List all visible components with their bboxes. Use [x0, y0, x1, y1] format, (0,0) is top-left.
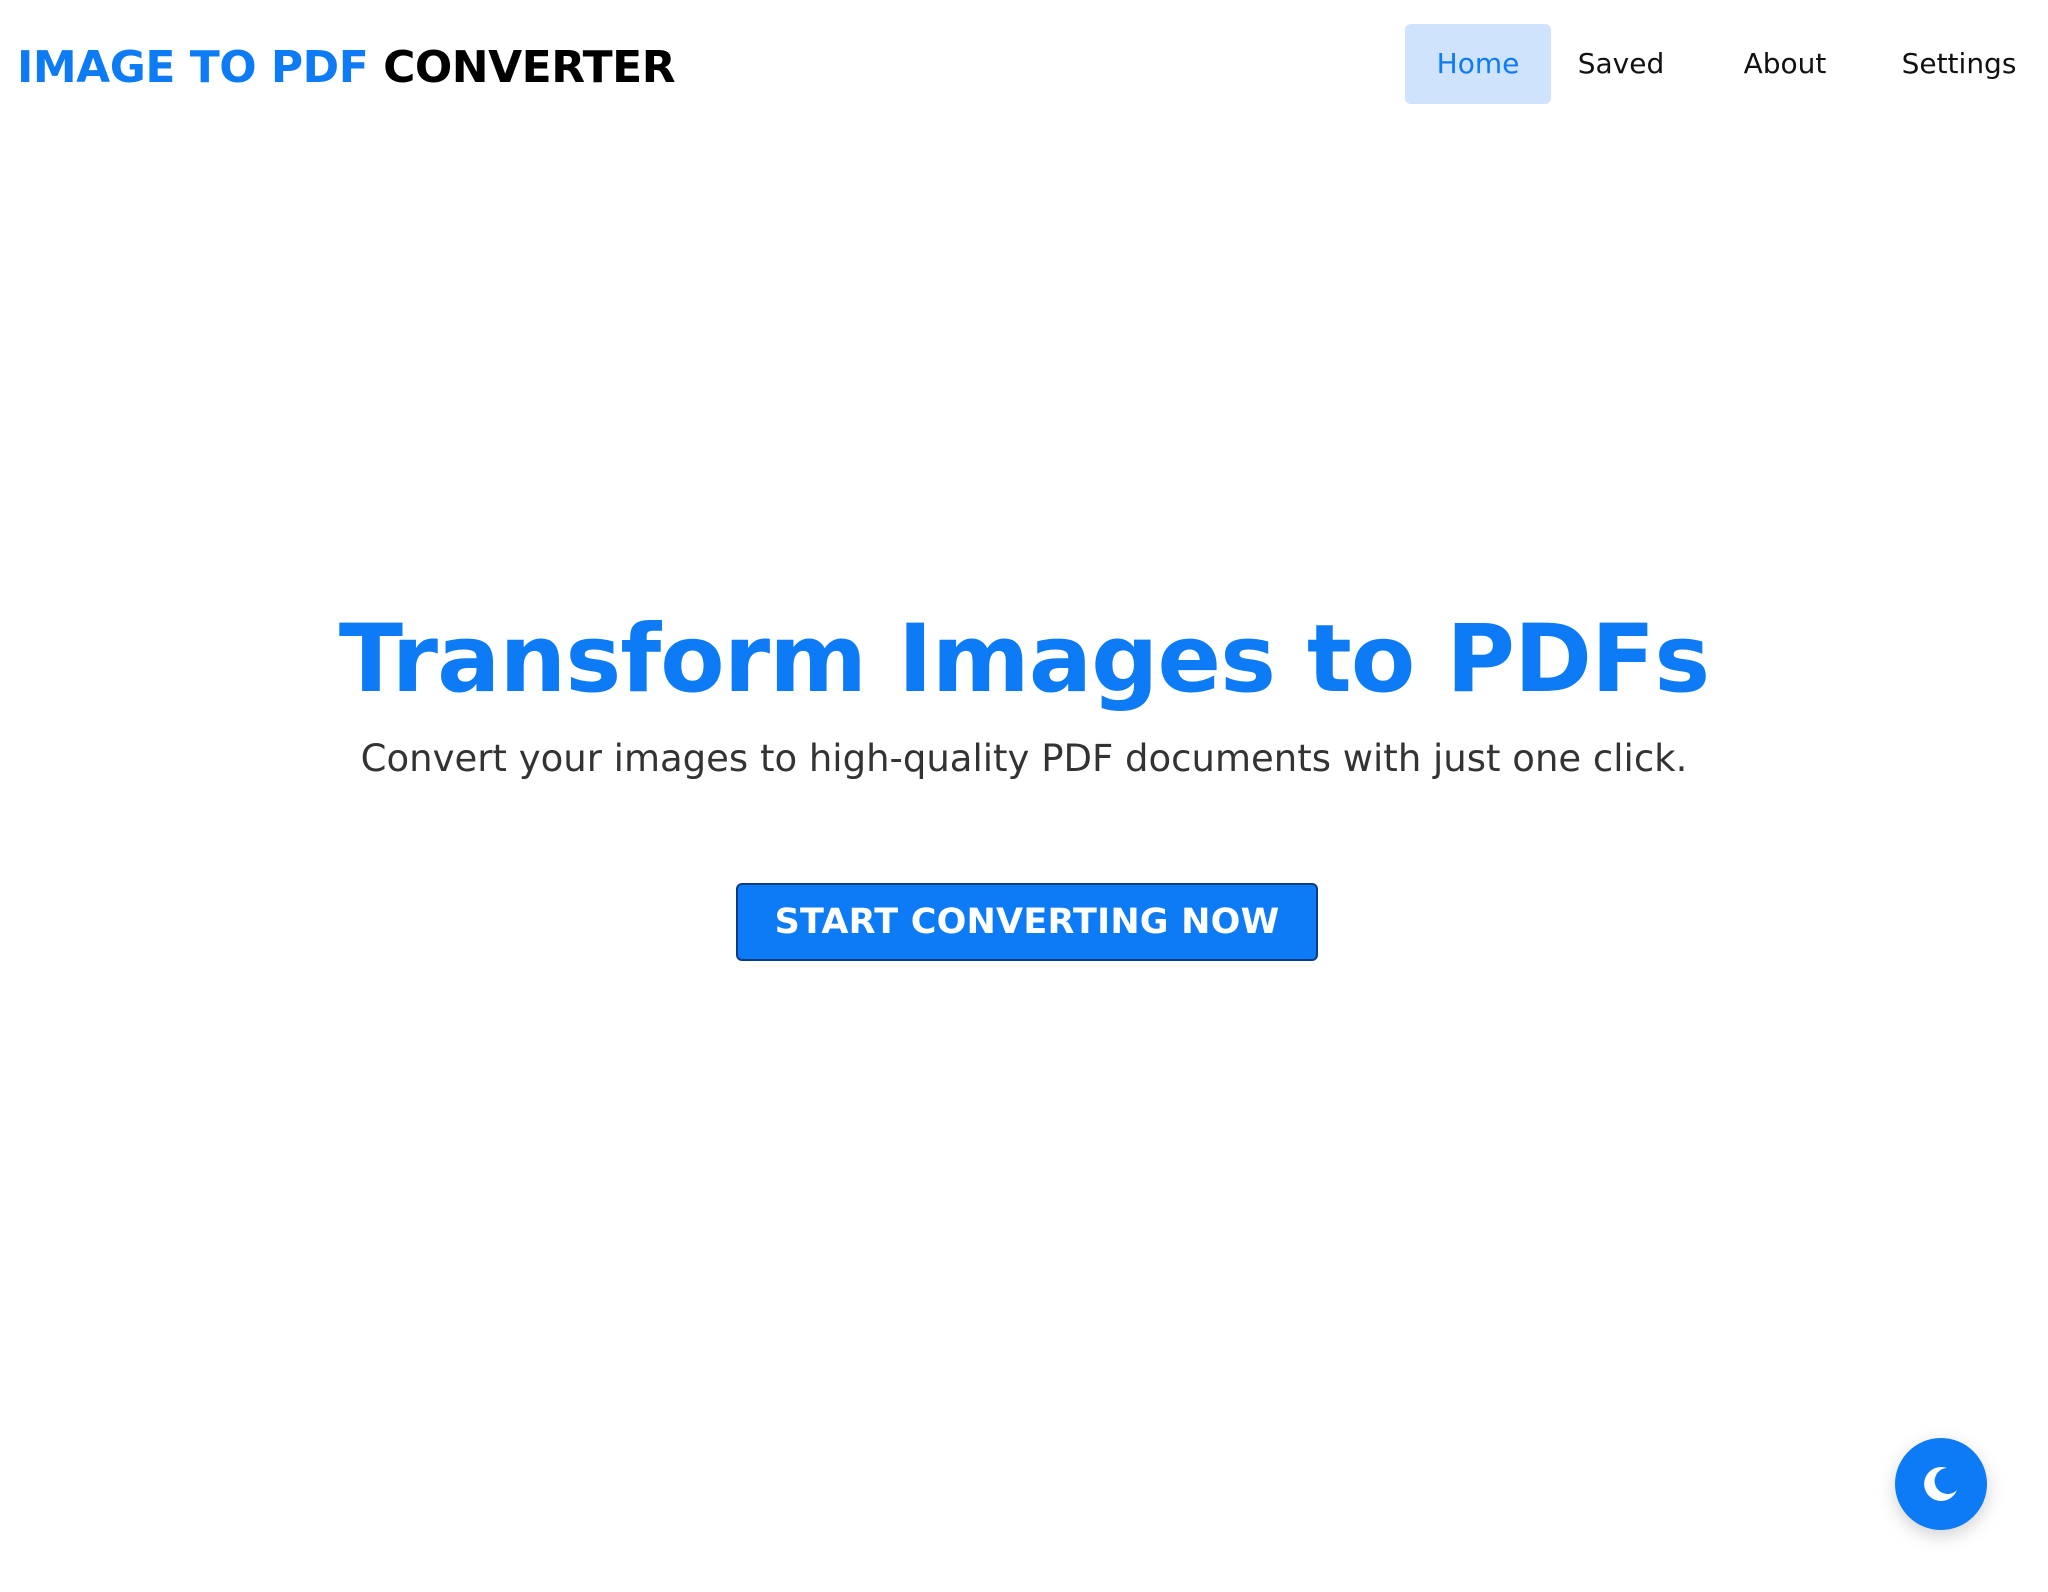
nav-saved[interactable]: Saved: [1556, 24, 1686, 104]
hero-subtitle: Convert your images to high-quality PDF …: [360, 737, 1688, 780]
theme-toggle-button[interactable]: [1895, 1438, 1987, 1530]
brand-rest-text: CONVERTER: [383, 42, 676, 93]
brand-logo[interactable]: IMAGE TO PDF CONVERTER: [17, 38, 676, 98]
moon-icon: [1924, 1466, 1957, 1501]
start-converting-button[interactable]: START CONVERTING NOW: [736, 883, 1318, 961]
hero-section: Transform Images to PDFs Convert your im…: [0, 600, 2048, 784]
nav-about[interactable]: About: [1718, 24, 1852, 104]
nav-settings[interactable]: Settings: [1886, 24, 2032, 104]
top-header: IMAGE TO PDF CONVERTER Home Saved About …: [0, 0, 2048, 134]
hero-title: Transform Images to PDFs: [338, 605, 1710, 714]
page: IMAGE TO PDF CONVERTER Home Saved About …: [0, 0, 2048, 1592]
nav-home[interactable]: Home: [1405, 24, 1551, 104]
brand-accent-text: IMAGE TO PDF: [17, 42, 369, 93]
